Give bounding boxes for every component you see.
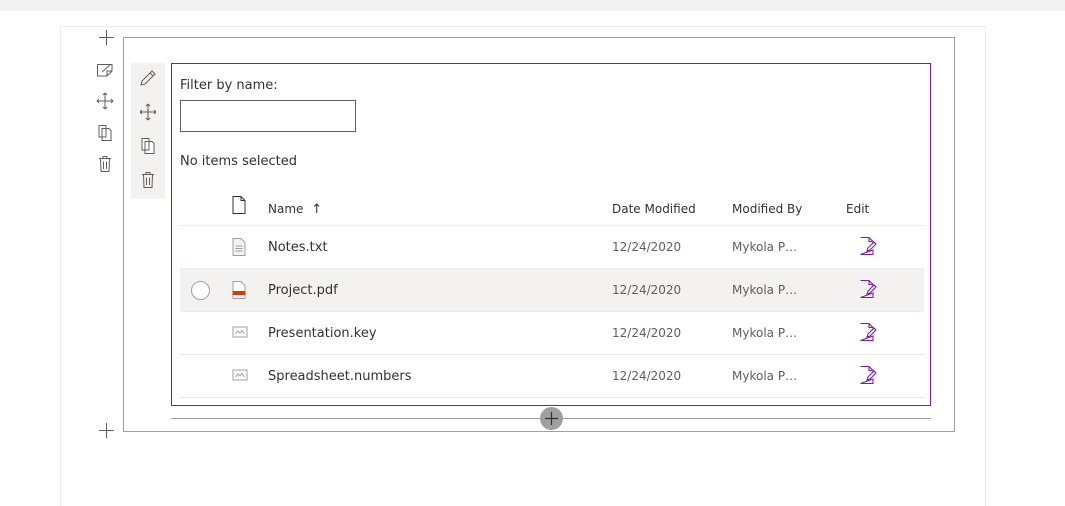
date-modified: 12/24/2020 xyxy=(612,326,682,340)
document-list-webpart: Filter by name: No items selected Name ↑… xyxy=(171,63,931,406)
add-section-plus-icon[interactable] xyxy=(98,422,115,439)
filter-label: Filter by name: xyxy=(180,78,278,93)
table-row[interactable]: Project.pdf 12/24/2020 Mykola Pyli... xyxy=(180,269,924,312)
document-list: Name ↑ Date Modified Modified By Edit No… xyxy=(180,182,924,398)
edit-section-icon[interactable] xyxy=(96,62,114,78)
delete-icon[interactable] xyxy=(139,171,157,189)
column-header-name[interactable]: Name ↑ xyxy=(268,202,322,217)
filter-input[interactable] xyxy=(180,100,356,132)
document-icon xyxy=(232,196,246,214)
file-name[interactable]: Notes.txt xyxy=(268,240,328,255)
pencil-icon[interactable] xyxy=(139,69,157,87)
table-row[interactable]: Presentation.key 12/24/2020 Mykola Pyli.… xyxy=(180,312,924,355)
row-select-checkbox[interactable] xyxy=(191,281,210,300)
modified-by: Mykola Pyli... xyxy=(732,326,804,340)
edit-document-icon[interactable] xyxy=(859,365,877,385)
date-modified: 12/24/2020 xyxy=(612,283,682,297)
table-row[interactable]: Notes.txt 12/24/2020 Mykola Pyli... xyxy=(180,226,924,269)
table-row[interactable]: Spreadsheet.numbers 12/24/2020 Mykola Py… xyxy=(180,355,924,398)
column-header-edit[interactable]: Edit xyxy=(846,202,869,216)
add-section-plus-icon[interactable] xyxy=(98,29,115,46)
move-section-icon[interactable] xyxy=(96,92,114,110)
duplicate-section-icon[interactable] xyxy=(96,124,114,142)
edit-document-icon[interactable] xyxy=(859,279,877,299)
generic-file-icon xyxy=(232,369,248,381)
sort-ascending-icon: ↑ xyxy=(311,202,323,217)
column-header-modified-by[interactable]: Modified By xyxy=(732,202,802,216)
column-header-name-label: Name xyxy=(268,202,304,216)
pdf-file-icon xyxy=(232,281,246,299)
move-icon[interactable] xyxy=(139,103,157,121)
date-modified: 12/24/2020 xyxy=(612,240,682,254)
modified-by: Mykola Pyli... xyxy=(732,369,804,383)
webpart-toolbar xyxy=(131,63,165,199)
modified-by: Mykola Pyli... xyxy=(732,240,804,254)
edit-document-icon[interactable] xyxy=(859,322,877,342)
text-file-icon xyxy=(232,238,246,256)
file-name[interactable]: Project.pdf xyxy=(268,283,338,298)
edit-document-icon[interactable] xyxy=(859,236,877,256)
file-name[interactable]: Presentation.key xyxy=(268,326,377,341)
selection-status: No items selected xyxy=(180,154,297,169)
delete-section-icon[interactable] xyxy=(96,155,114,173)
list-header: Name ↑ Date Modified Modified By Edit xyxy=(180,182,924,226)
generic-file-icon xyxy=(232,326,248,338)
modified-by: Mykola Pyli... xyxy=(732,283,804,297)
top-bar xyxy=(0,0,1065,11)
file-name[interactable]: Spreadsheet.numbers xyxy=(268,369,412,384)
plus-icon xyxy=(545,412,558,425)
duplicate-icon[interactable] xyxy=(139,137,157,155)
add-webpart-button[interactable] xyxy=(540,407,563,430)
column-header-date-modified[interactable]: Date Modified xyxy=(612,202,696,216)
date-modified: 12/24/2020 xyxy=(612,369,682,383)
